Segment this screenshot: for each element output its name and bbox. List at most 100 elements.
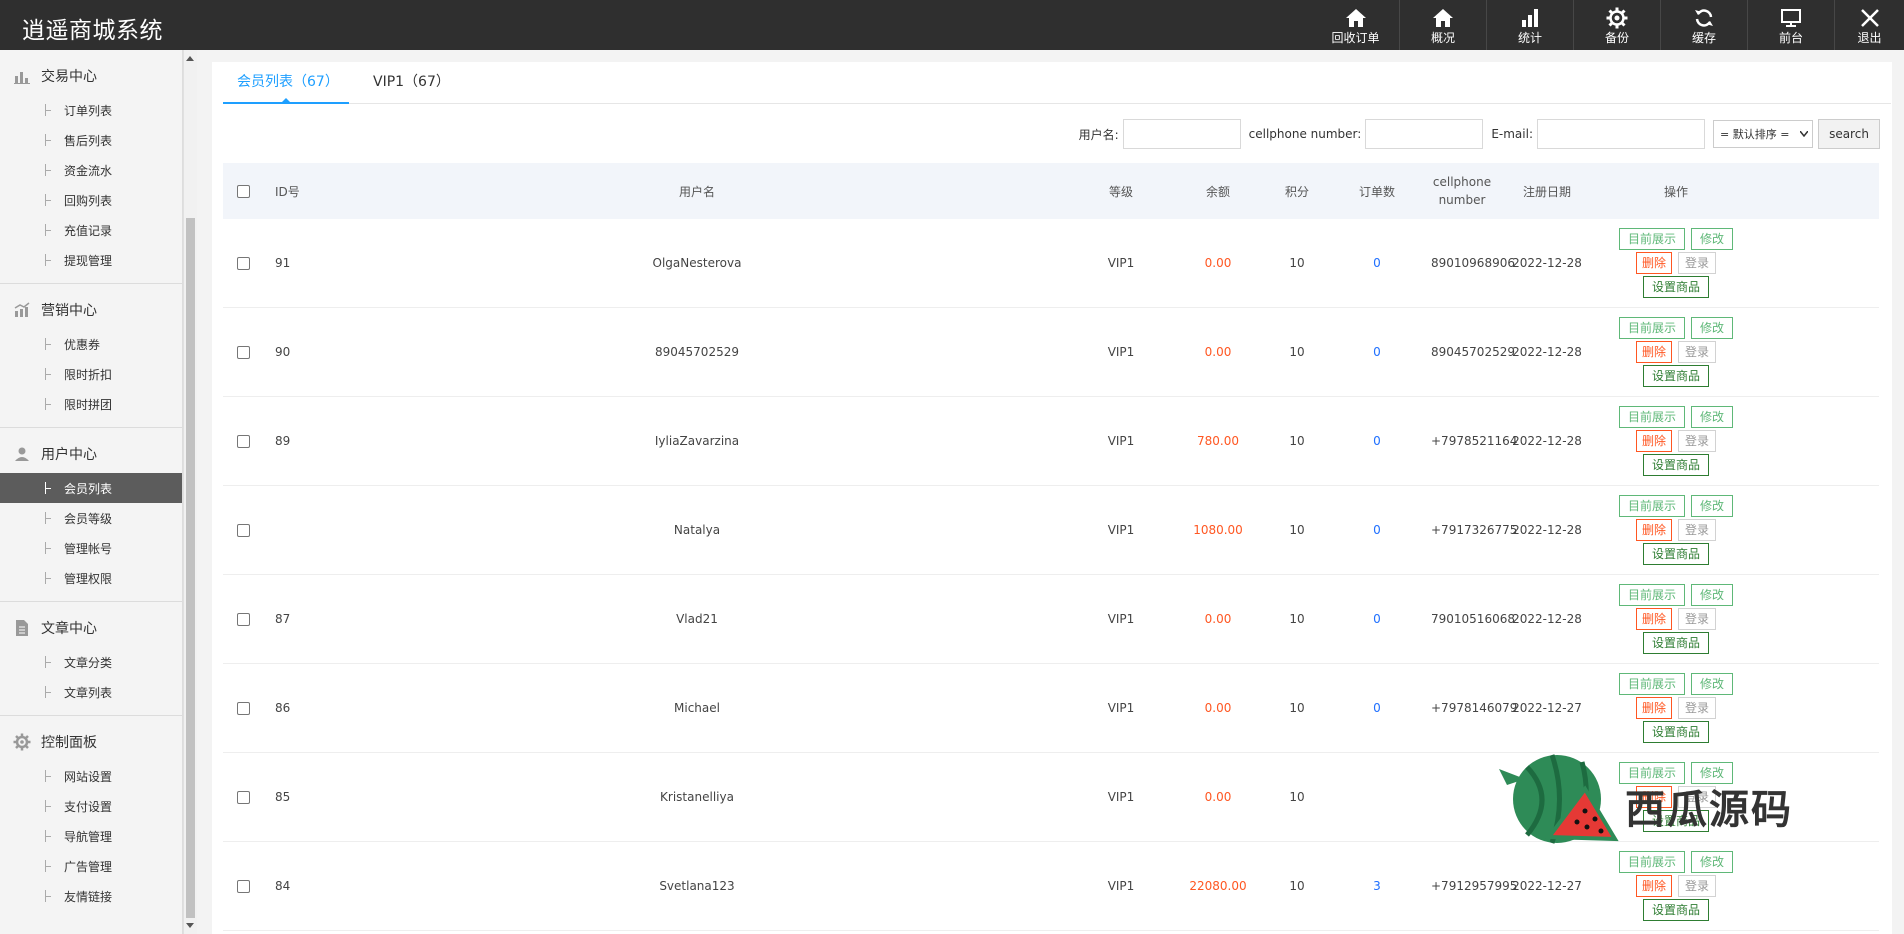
sidebar-scrollbar[interactable]	[183, 50, 197, 934]
front-display-button[interactable]: 目前展示	[1618, 406, 1685, 428]
delete-button[interactable]: 删除	[1635, 786, 1672, 808]
frontend-button[interactable]: 前台	[1747, 0, 1834, 50]
edit-button[interactable]: 修改	[1691, 851, 1734, 873]
sidebar-item-aftersale[interactable]: 售后列表	[0, 125, 182, 155]
sidebar-item-buyback[interactable]: 回购列表	[0, 185, 182, 215]
sort-select[interactable]: = 默认排序 =	[1713, 120, 1813, 148]
sidebar-item-orders[interactable]: 订单列表	[0, 95, 182, 125]
cell-orders[interactable]: 0	[1323, 434, 1431, 448]
recycle-orders-button[interactable]: 回收订单	[1312, 0, 1399, 50]
login-button[interactable]: 登录	[1678, 608, 1717, 630]
set-products-button[interactable]: 设置商品	[1642, 632, 1709, 654]
sidebar-item-article-list[interactable]: 文章列表	[0, 677, 182, 707]
delete-button[interactable]: 删除	[1635, 519, 1672, 541]
sidebar-item-friend-links[interactable]: 友情链接	[0, 881, 182, 911]
sidebar-item-withdraw[interactable]: 提现管理	[0, 245, 182, 275]
sidebar-item-cashflow[interactable]: 资金流水	[0, 155, 182, 185]
overview-button[interactable]: 概况	[1399, 0, 1486, 50]
row-checkbox[interactable]	[236, 879, 250, 893]
sidebar-item-coupons[interactable]: 优惠券	[0, 329, 182, 359]
set-products-button[interactable]: 设置商品	[1642, 454, 1709, 476]
row-checkbox[interactable]	[236, 523, 250, 537]
front-display-button[interactable]: 目前展示	[1618, 495, 1685, 517]
email-input[interactable]	[1537, 119, 1705, 149]
front-display-button[interactable]: 目前展示	[1618, 851, 1685, 873]
front-display-button[interactable]: 目前展示	[1618, 762, 1685, 784]
front-display-button[interactable]: 目前展示	[1618, 673, 1685, 695]
set-products-button[interactable]: 设置商品	[1642, 899, 1709, 921]
edit-button[interactable]: 修改	[1691, 673, 1734, 695]
delete-button[interactable]: 删除	[1635, 252, 1672, 274]
sidebar-item-payment-settings[interactable]: 支付设置	[0, 791, 182, 821]
delete-button[interactable]: 删除	[1635, 341, 1672, 363]
sidebar-group-title[interactable]: 控制面板	[0, 723, 182, 761]
scroll-thumb[interactable]	[186, 218, 195, 918]
set-products-button[interactable]: 设置商品	[1642, 276, 1709, 298]
row-checkbox[interactable]	[236, 345, 250, 359]
sidebar-group-title[interactable]: 用户中心	[0, 435, 182, 473]
sidebar-item-admin-accounts[interactable]: 管理帐号	[0, 533, 182, 563]
cell-orders[interactable]: 0	[1323, 256, 1431, 270]
username-input[interactable]	[1122, 119, 1241, 149]
sidebar-item-member-list[interactable]: 会员列表	[0, 473, 182, 503]
login-button[interactable]: 登录	[1678, 341, 1717, 363]
sidebar-item-group-buy[interactable]: 限时拼团	[0, 389, 182, 419]
cell-orders[interactable]: 3	[1323, 879, 1431, 893]
set-products-button[interactable]: 设置商品	[1642, 365, 1709, 387]
scroll-up-arrow-icon[interactable]	[186, 56, 194, 61]
logout-button[interactable]: 退出	[1834, 0, 1904, 50]
front-display-button[interactable]: 目前展示	[1618, 584, 1685, 606]
cell-orders[interactable]: 0	[1323, 345, 1431, 359]
sidebar-group-title[interactable]: 营销中心	[0, 291, 182, 329]
login-button[interactable]: 登录	[1678, 430, 1717, 452]
delete-button[interactable]: 删除	[1635, 430, 1672, 452]
edit-button[interactable]: 修改	[1691, 762, 1734, 784]
cell-orders[interactable]: 0	[1323, 523, 1431, 537]
cache-button[interactable]: 缓存	[1660, 0, 1747, 50]
edit-button[interactable]: 修改	[1691, 406, 1734, 428]
login-button[interactable]: 登录	[1678, 786, 1717, 808]
search-button[interactable]: search	[1818, 119, 1880, 149]
set-products-button[interactable]: 设置商品	[1642, 721, 1709, 743]
delete-button[interactable]: 删除	[1635, 697, 1672, 719]
tab-vip1[interactable]: VIP1（67）	[359, 62, 464, 104]
set-products-button[interactable]: 设置商品	[1642, 543, 1709, 565]
edit-button[interactable]: 修改	[1691, 584, 1734, 606]
edit-button[interactable]: 修改	[1691, 495, 1734, 517]
row-checkbox[interactable]	[236, 434, 250, 448]
sidebar-group-title[interactable]: 交易中心	[0, 57, 182, 95]
sidebar-item-site-settings[interactable]: 网站设置	[0, 761, 182, 791]
row-checkbox[interactable]	[236, 256, 250, 270]
sidebar-item-recharge[interactable]: 充值记录	[0, 215, 182, 245]
sidebar-group-title[interactable]: 文章中心	[0, 609, 182, 647]
row-checkbox[interactable]	[236, 701, 250, 715]
login-button[interactable]: 登录	[1678, 697, 1717, 719]
backup-button[interactable]: 备份	[1573, 0, 1660, 50]
sidebar-item-flash-discount[interactable]: 限时折扣	[0, 359, 182, 389]
cell-orders[interactable]: 0	[1323, 701, 1431, 715]
scroll-down-arrow-icon[interactable]	[186, 923, 194, 928]
sidebar-item-navigation[interactable]: 导航管理	[0, 821, 182, 851]
login-button[interactable]: 登录	[1678, 519, 1717, 541]
sidebar-item-ads[interactable]: 广告管理	[0, 851, 182, 881]
sidebar-item-member-levels[interactable]: 会员等级	[0, 503, 182, 533]
select-all-checkbox[interactable]	[236, 184, 250, 198]
statistics-button[interactable]: 统计	[1486, 0, 1573, 50]
sidebar-item-article-categories[interactable]: 文章分类	[0, 647, 182, 677]
row-checkbox[interactable]	[236, 612, 250, 626]
delete-button[interactable]: 删除	[1635, 608, 1672, 630]
row-check-cell	[223, 879, 263, 893]
delete-button[interactable]: 删除	[1635, 875, 1672, 897]
row-checkbox[interactable]	[236, 790, 250, 804]
edit-button[interactable]: 修改	[1691, 317, 1734, 339]
front-display-button[interactable]: 目前展示	[1618, 228, 1685, 250]
set-products-button[interactable]: 设置商品	[1642, 810, 1709, 832]
front-display-button[interactable]: 目前展示	[1618, 317, 1685, 339]
phone-input[interactable]	[1365, 119, 1484, 149]
tab-member-list[interactable]: 会员列表（67）	[223, 62, 349, 104]
edit-button[interactable]: 修改	[1691, 228, 1734, 250]
login-button[interactable]: 登录	[1678, 252, 1717, 274]
cell-orders[interactable]: 0	[1323, 612, 1431, 626]
login-button[interactable]: 登录	[1678, 875, 1717, 897]
sidebar-item-admin-permissions[interactable]: 管理权限	[0, 563, 182, 593]
